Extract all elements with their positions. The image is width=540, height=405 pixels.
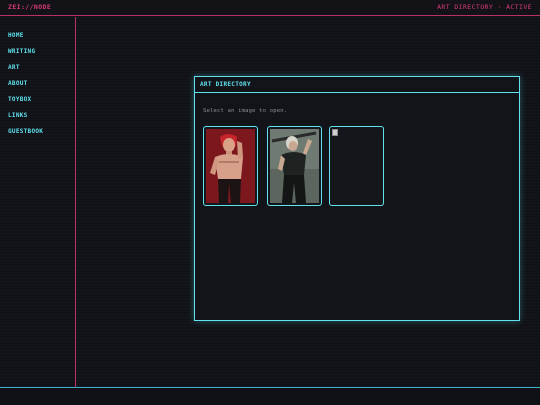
sidebar-item-guestbook[interactable]: GUESTBOOK <box>8 128 43 144</box>
sidebar: HOME WRITING ART ABOUT TOYBOX LINKS GUES… <box>0 17 76 387</box>
sidebar-item-art[interactable]: ART <box>8 64 43 80</box>
sidebar-item-home[interactable]: HOME <box>8 32 43 48</box>
top-bar: ZEI://NODE ART DIRECTORY · ACTIVE <box>0 0 540 16</box>
art-thumbnail-2[interactable] <box>267 126 322 206</box>
sidebar-nav: HOME WRITING ART ABOUT TOYBOX LINKS GUES… <box>8 32 43 144</box>
art-directory-window: ART DIRECTORY Select an image to open. <box>194 76 520 321</box>
sidebar-item-links[interactable]: LINKS <box>8 112 43 128</box>
site-brand[interactable]: ZEI://NODE <box>8 3 51 11</box>
art-thumbnail-1[interactable] <box>203 126 258 206</box>
sidebar-item-writing[interactable]: WRITING <box>8 48 43 64</box>
sidebar-item-about[interactable]: ABOUT <box>8 80 43 96</box>
footer-bar <box>0 387 540 405</box>
art-thumbnail-grey-icon <box>270 129 319 203</box>
window-title: ART DIRECTORY <box>195 77 519 93</box>
window-hint: Select an image to open. <box>203 108 288 114</box>
art-thumbnail-red-icon <box>206 129 255 203</box>
art-thumbnail-3[interactable] <box>329 126 384 206</box>
sidebar-item-toybox[interactable]: TOYBOX <box>8 96 43 112</box>
broken-image-icon <box>332 129 338 136</box>
status-text: ART DIRECTORY · ACTIVE <box>437 3 532 11</box>
